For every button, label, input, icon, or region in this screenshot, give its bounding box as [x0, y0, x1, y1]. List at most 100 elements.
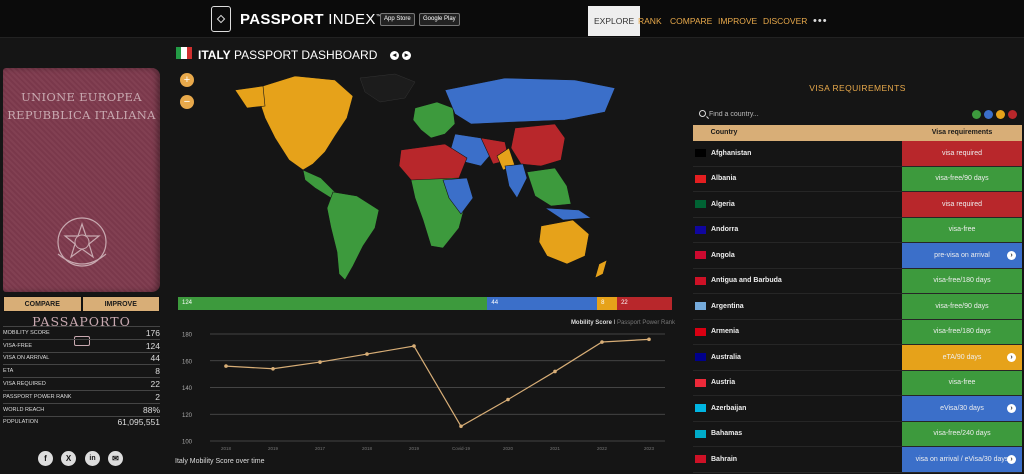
breakdown-segment[interactable]: 8: [597, 297, 618, 310]
info-arrow-icon[interactable]: ›: [1007, 353, 1016, 362]
data-point[interactable]: [365, 352, 369, 356]
table-row[interactable]: Antigua and Barbuda visa-free/180 days: [693, 268, 1022, 294]
search-icon: [699, 110, 706, 117]
country-cell[interactable]: Bahamas: [693, 422, 902, 447]
filter-visa-free-dot[interactable]: [972, 110, 981, 119]
data-point[interactable]: [412, 344, 416, 348]
country-cell[interactable]: Armenia: [693, 320, 902, 345]
table-row[interactable]: Austria visa-free: [693, 370, 1022, 396]
visa-status-cell[interactable]: eTA/90 days ›: [902, 345, 1022, 370]
country-flag-icon: [695, 455, 706, 464]
country-name: Andorra: [711, 226, 739, 234]
table-row[interactable]: Australia eTA/90 days ›: [693, 345, 1022, 371]
nav-improve[interactable]: IMPROVE: [718, 6, 757, 36]
country-cell[interactable]: Algeria: [693, 192, 902, 217]
table-row[interactable]: Andorra visa-free: [693, 217, 1022, 243]
country-cell[interactable]: Angola: [693, 243, 902, 268]
filter-visa-on-arrival-dot[interactable]: [984, 110, 993, 119]
breakdown-segment[interactable]: 124: [178, 297, 488, 310]
visa-status-text: pre-visa on arrival: [934, 251, 990, 259]
data-point[interactable]: [506, 397, 510, 402]
breakdown-segment[interactable]: 22: [617, 297, 672, 310]
country-cell[interactable]: Andorra: [693, 218, 902, 243]
table-row[interactable]: Armenia visa-free/180 days: [693, 319, 1022, 345]
filter-eta-dot[interactable]: [996, 110, 1005, 119]
table-row[interactable]: Argentina visa-free/90 days: [693, 294, 1022, 320]
more-menu-icon[interactable]: •••: [813, 6, 828, 36]
country-cell[interactable]: Australia: [693, 345, 902, 370]
y-tick-label: 100: [182, 440, 193, 446]
linkedin-icon[interactable]: in: [85, 451, 100, 466]
data-point[interactable]: [318, 360, 322, 364]
world-map[interactable]: [175, 68, 675, 293]
country-search-input[interactable]: [709, 108, 969, 121]
stat-value: 2: [155, 391, 160, 402]
table-row[interactable]: Angola pre-visa on arrival ›: [693, 243, 1022, 269]
visa-status-cell[interactable]: visa-free/240 days: [902, 421, 1022, 446]
visa-status-cell[interactable]: visa-free/90 days: [902, 294, 1022, 319]
country-cell[interactable]: Antigua and Barbuda: [693, 269, 902, 294]
data-point[interactable]: [271, 366, 275, 371]
country-cell[interactable]: Azerbaijan: [693, 396, 902, 421]
nav-explore[interactable]: EXPLORE: [588, 6, 641, 36]
visa-status-cell[interactable]: visa required: [902, 141, 1022, 166]
visa-status-cell[interactable]: visa-free/180 days: [902, 268, 1022, 293]
compare-button[interactable]: COMPARE: [3, 296, 82, 312]
country-cell[interactable]: Austria: [693, 371, 902, 396]
column-country[interactable]: Country: [693, 125, 755, 141]
visa-status-cell[interactable]: visa-free/90 days: [902, 166, 1022, 191]
nav-compare[interactable]: COMPARE: [670, 6, 712, 36]
table-row[interactable]: Afghanistan visa required: [693, 141, 1022, 167]
country-flag-icon: [695, 302, 706, 311]
facebook-icon[interactable]: f: [38, 451, 53, 466]
data-point[interactable]: [553, 369, 557, 374]
visa-status-cell[interactable]: visa-free: [902, 217, 1022, 242]
data-point[interactable]: [647, 337, 651, 342]
data-point[interactable]: [224, 364, 228, 368]
table-row[interactable]: Albania visa-free/90 days: [693, 166, 1022, 192]
visa-status-cell[interactable]: visa-free: [902, 370, 1022, 395]
visa-status-cell[interactable]: visa-free/180 days: [902, 319, 1022, 344]
brand-name[interactable]: PASSPORT INDEX™: [240, 11, 382, 28]
app-store-badge[interactable]: App Store: [380, 13, 415, 26]
passport-logo-icon[interactable]: [211, 6, 231, 32]
visa-status-text: visa-free: [948, 226, 976, 234]
country-cell[interactable]: Argentina: [693, 294, 902, 319]
table-row[interactable]: Algeria visa required: [693, 192, 1022, 218]
x-tick-label: 2022: [597, 446, 608, 451]
column-visa-requirements[interactable]: Visa requirements: [902, 125, 1022, 141]
nav-discover[interactable]: DISCOVER: [763, 6, 807, 36]
visa-table: Afghanistan visa required Albania visa-free…: [693, 141, 1022, 473]
data-point[interactable]: [459, 424, 463, 429]
info-arrow-icon[interactable]: ›: [1007, 251, 1016, 260]
breakdown-segment[interactable]: 44: [487, 297, 598, 310]
info-arrow-icon[interactable]: ›: [1007, 404, 1016, 413]
map-india: [504, 163, 528, 199]
info-arrow-icon[interactable]: ›: [1007, 455, 1016, 464]
visa-status-cell[interactable]: visa on arrival / eVisa/30 days ›: [902, 447, 1022, 472]
data-point[interactable]: [600, 340, 604, 344]
table-row[interactable]: Bahamas visa-free/240 days: [693, 421, 1022, 447]
prev-country-button[interactable]: ◂: [390, 51, 399, 60]
filter-visa-required-dot[interactable]: [1008, 110, 1017, 119]
map-new-zealand: [594, 259, 608, 279]
visa-status-cell[interactable]: pre-visa on arrival ›: [902, 243, 1022, 268]
country-cell[interactable]: Albania: [693, 167, 902, 192]
visa-status-cell[interactable]: visa required: [902, 192, 1022, 217]
x-twitter-icon[interactable]: X: [61, 451, 76, 466]
visa-status-text: visa-free/90 days: [935, 175, 989, 183]
next-country-button[interactable]: ▸: [402, 51, 411, 60]
map-australia: [538, 219, 590, 265]
country-flag-icon: [695, 404, 706, 413]
improve-button[interactable]: IMPROVE: [81, 296, 160, 312]
google-play-badge[interactable]: Google Play: [419, 13, 460, 26]
email-icon[interactable]: ✉: [108, 451, 123, 466]
country-cell[interactable]: Afghanistan: [693, 141, 902, 166]
visa-status-cell[interactable]: eVisa/30 days ›: [902, 396, 1022, 421]
country-cell[interactable]: Bahrain: [693, 447, 902, 472]
x-tick-label: 2019: [409, 446, 420, 451]
nav-rank[interactable]: RANK: [638, 6, 662, 36]
table-row[interactable]: Bahrain visa on arrival / eVisa/30 days ›: [693, 447, 1022, 473]
table-row[interactable]: Azerbaijan eVisa/30 days ›: [693, 396, 1022, 422]
stat-row: VISA-FREE 124: [3, 338, 160, 352]
